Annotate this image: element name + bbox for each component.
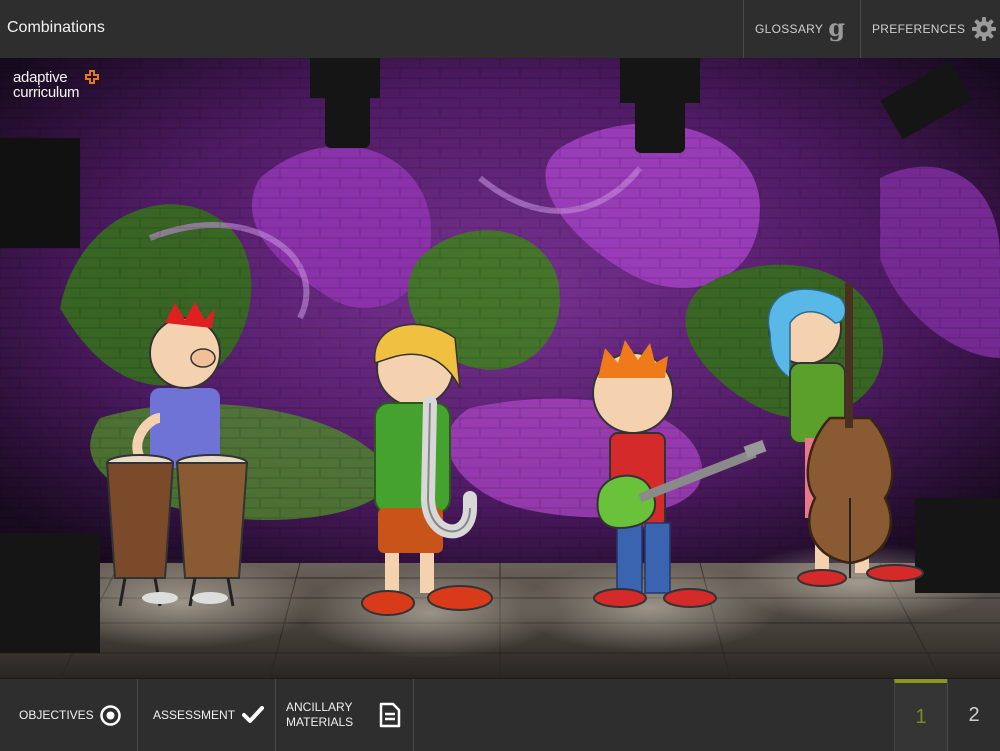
page-title: Combinations [7, 19, 105, 36]
preferences-label: PREFERENCES [872, 22, 966, 36]
ancillary-label: ANCILLARY MATERIALS [286, 700, 353, 730]
glossary-icon: g [828, 12, 846, 42]
target-icon [100, 705, 121, 726]
logo-line1: adaptive [13, 69, 68, 86]
bottom-bar: OBJECTIVES ASSESSMENT ANCILLARY MATERIAL… [0, 678, 1000, 751]
puzzle-logo-icon [85, 70, 99, 84]
checkmark-icon [242, 706, 264, 723]
stage-illustration [0, 58, 1000, 678]
assessment-label: ASSESSMENT [153, 708, 236, 722]
gear-icon [972, 17, 997, 41]
logo-line2: curriculum [13, 84, 80, 101]
speaker-right [915, 498, 1000, 593]
glossary-label: GLOSSARY [755, 22, 824, 36]
adaptive-curriculum-logo: adaptive curriculum [13, 69, 99, 101]
document-icon [379, 702, 401, 728]
ancillary-label-line1: ANCILLARY [286, 700, 353, 714]
stage-scene: adaptive curriculum [0, 58, 1000, 678]
ancillary-materials-button[interactable]: ANCILLARY MATERIALS [276, 679, 414, 751]
ancillary-label-line2: MATERIALS [286, 715, 354, 729]
preferences-button[interactable]: PREFERENCES [860, 0, 1000, 58]
speaker-left [0, 533, 100, 653]
top-bar: Combinations GLOSSARY g PREFERENCES [0, 0, 1000, 59]
glossary-button[interactable]: GLOSSARY g [743, 0, 861, 58]
objectives-button[interactable]: OBJECTIVES [0, 679, 138, 751]
assessment-button[interactable]: ASSESSMENT [138, 679, 276, 751]
page-2-button[interactable]: 2 [947, 679, 1000, 751]
page-1-button[interactable]: 1 [894, 679, 947, 751]
objectives-label: OBJECTIVES [19, 708, 94, 722]
